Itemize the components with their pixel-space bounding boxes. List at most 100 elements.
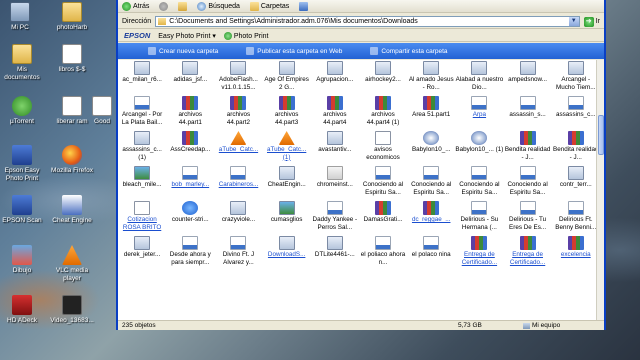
share-folder-task[interactable]: Compartir esta carpeta — [370, 47, 448, 55]
search-button[interactable]: Búsqueda — [197, 1, 240, 11]
file-item[interactable]: Desde ahora y para siempr... — [166, 235, 214, 270]
desktop-icon-label: Cheat Engine — [52, 217, 92, 224]
file-item[interactable]: archivos 44.part4 (1) — [359, 95, 407, 130]
file-item[interactable]: ac_milan_r6... — [118, 60, 166, 95]
desktop-icon-video[interactable]: Video_13683... — [50, 295, 94, 325]
go-button[interactable]: ➔ Ir — [583, 16, 600, 27]
file-item[interactable]: Area 51.part1 — [407, 95, 455, 130]
file-item[interactable]: bob_marley... — [166, 165, 214, 200]
file-item[interactable]: el poliaco ahora n... — [359, 235, 407, 270]
desktop-icon-good[interactable]: Good — [88, 96, 116, 126]
file-item[interactable]: DamasGrati... — [359, 200, 407, 235]
file-item[interactable]: el polaco nina — [407, 235, 455, 270]
image-icon — [12, 245, 32, 265]
file-item[interactable]: Bendita realidad - J... — [552, 130, 596, 165]
file-item[interactable]: Arcangel - Mucho Tiem... — [552, 60, 596, 95]
folders-button[interactable]: Carpetas — [249, 1, 289, 11]
file-item[interactable]: Al amado Jesus - Ro... — [407, 60, 455, 95]
file-item[interactable]: assassin_s... — [504, 95, 552, 130]
file-item[interactable]: Arpa — [455, 95, 503, 130]
file-item[interactable]: Daddy Yankee - Perros Sal... — [311, 200, 359, 235]
mp3-file-icon — [519, 166, 536, 180]
file-name: ac_milan_r6... — [122, 76, 162, 83]
file-item[interactable]: excelencia — [552, 235, 596, 270]
file-item[interactable]: aTube_Catc... — [214, 130, 262, 165]
desktop-icon-firefox[interactable]: Mozilla Firefox — [50, 145, 94, 175]
dropdown-arrow-icon[interactable]: ▼ — [568, 17, 579, 26]
file-item[interactable]: crazyviole... — [214, 200, 262, 235]
new-folder-task[interactable]: Crear nueva carpeta — [148, 47, 218, 55]
up-button[interactable] — [178, 1, 188, 11]
file-item[interactable]: AdobeFlash... v11.0.1.15... — [214, 60, 262, 95]
file-item[interactable]: avastantiv... — [311, 130, 359, 165]
desktop-icon-vlc[interactable]: VLC media player — [50, 245, 94, 283]
desktop-icon-hd-adeck[interactable]: HD ADeck — [0, 295, 44, 325]
exe-file-icon — [471, 61, 488, 75]
file-item[interactable]: Conociendo al Espiritu Sa... — [407, 165, 455, 200]
file-item[interactable]: chromeinst... — [311, 165, 359, 200]
file-item[interactable]: Conociendo al Espiritu Sa... — [455, 165, 503, 200]
file-item[interactable]: archivos 44.part2 — [214, 95, 262, 130]
desktop-icon-dibujo[interactable]: Dibujo — [0, 245, 44, 275]
file-item[interactable]: Conociendo al Espiritu Sa... — [359, 165, 407, 200]
file-item[interactable]: Babylon10_... (1) — [455, 130, 503, 165]
file-item[interactable]: Bendita realidad - J... — [504, 130, 552, 165]
file-item[interactable]: DTLite4461-... — [311, 235, 359, 270]
file-item[interactable]: Conociendo al Espiritu Sa... — [504, 165, 552, 200]
back-button[interactable]: Atrás — [122, 1, 149, 11]
file-item[interactable]: bleach_mile... — [118, 165, 166, 200]
file-item[interactable]: archivos 44.part4 — [311, 95, 359, 130]
desktop-icon-libros[interactable]: libros $-$ — [50, 44, 94, 74]
file-item[interactable]: Delirious - Su Hermana (... — [455, 200, 503, 235]
forward-button[interactable] — [159, 1, 169, 11]
desktop-icon-epson-scan[interactable]: EPSON Scan — [0, 195, 44, 225]
file-item[interactable]: airhockey2... — [359, 60, 407, 95]
file-item[interactable]: CheatEngin... — [263, 165, 311, 200]
file-item[interactable]: aTube_Catc... (1) — [263, 130, 311, 165]
file-item[interactable]: counter-stri... — [166, 200, 214, 235]
file-item[interactable]: Arcangel - Por La Plata Bail... — [118, 95, 166, 130]
file-item[interactable]: Delirious - Tu Eres De Es... — [504, 200, 552, 235]
file-item[interactable]: Babylon10_... — [407, 130, 455, 165]
desktop-icon-epson-easy-photo-print[interactable]: Epson Easy Photo Print — [0, 145, 44, 183]
file-item[interactable]: Entrega de Certificado... — [504, 235, 552, 270]
file-item[interactable]: adidas_jsf... — [166, 60, 214, 95]
publish-web-task[interactable]: Publicar esta carpeta en Web — [246, 47, 342, 55]
scrollbar-thumb[interactable] — [598, 115, 604, 155]
file-item[interactable]: Delirious Ft. Benny Benni... — [552, 200, 596, 235]
desktop-icon-my-documents[interactable]: Mis documentos — [0, 44, 44, 82]
desktop-icon-utorrent[interactable]: µTorrent — [0, 96, 44, 126]
mp3-file-icon — [326, 201, 343, 215]
file-name: Entrega de Certificado... — [509, 251, 546, 266]
desktop-icon-my-computer[interactable]: Mi PC — [0, 2, 42, 32]
file-item[interactable]: assassins_c... — [552, 95, 596, 130]
file-item[interactable]: AssCreedap... — [166, 130, 214, 165]
file-item[interactable]: ampedsnow... — [504, 60, 552, 95]
easy-photo-print-button[interactable]: Easy Photo Print ▾ — [158, 32, 216, 40]
photo-print-button[interactable]: Photo Print — [223, 31, 268, 40]
file-item[interactable]: Agrupacion... — [311, 60, 359, 95]
file-item[interactable]: DownloadS... — [263, 235, 311, 270]
file-item[interactable]: Cotizacion ROSA BRITO — [118, 200, 166, 235]
file-item[interactable]: assassins_c... (1) — [118, 130, 166, 165]
file-item[interactable]: Age Of Empires 2 G... — [263, 60, 311, 95]
file-item[interactable]: Carabineros... — [214, 165, 262, 200]
file-name: adidas_jsf... — [173, 76, 208, 83]
file-item[interactable]: archivos 44.part3 — [263, 95, 311, 130]
file-item[interactable]: avisos economicos — [359, 130, 407, 165]
file-item[interactable]: Entrega de Certificado... — [455, 235, 503, 270]
file-item[interactable]: Alabad a nuestro Dio... — [455, 60, 503, 95]
file-item[interactable]: dc_reggae_... — [407, 200, 455, 235]
address-field[interactable]: C:\Documents and Settings\Administrador.… — [155, 16, 580, 27]
file-item[interactable]: Divino Ft. J Alvarez y... — [214, 235, 262, 270]
mp3-file-icon — [567, 96, 584, 110]
desktop-icon-photoharb[interactable]: photoHarb — [50, 2, 94, 32]
desktop-icon-cheat-engine[interactable]: Cheat Engine — [50, 195, 94, 225]
file-item[interactable]: derek_jeter... — [118, 235, 166, 270]
file-item[interactable]: contr_terr... — [552, 165, 596, 200]
file-item[interactable]: cumasglios — [263, 200, 311, 235]
file-name: Conociendo al Espiritu Sa... — [507, 181, 548, 196]
vertical-scrollbar[interactable] — [596, 60, 604, 320]
views-button[interactable] — [299, 1, 309, 11]
file-item[interactable]: archivos 44.part1 — [166, 95, 214, 130]
